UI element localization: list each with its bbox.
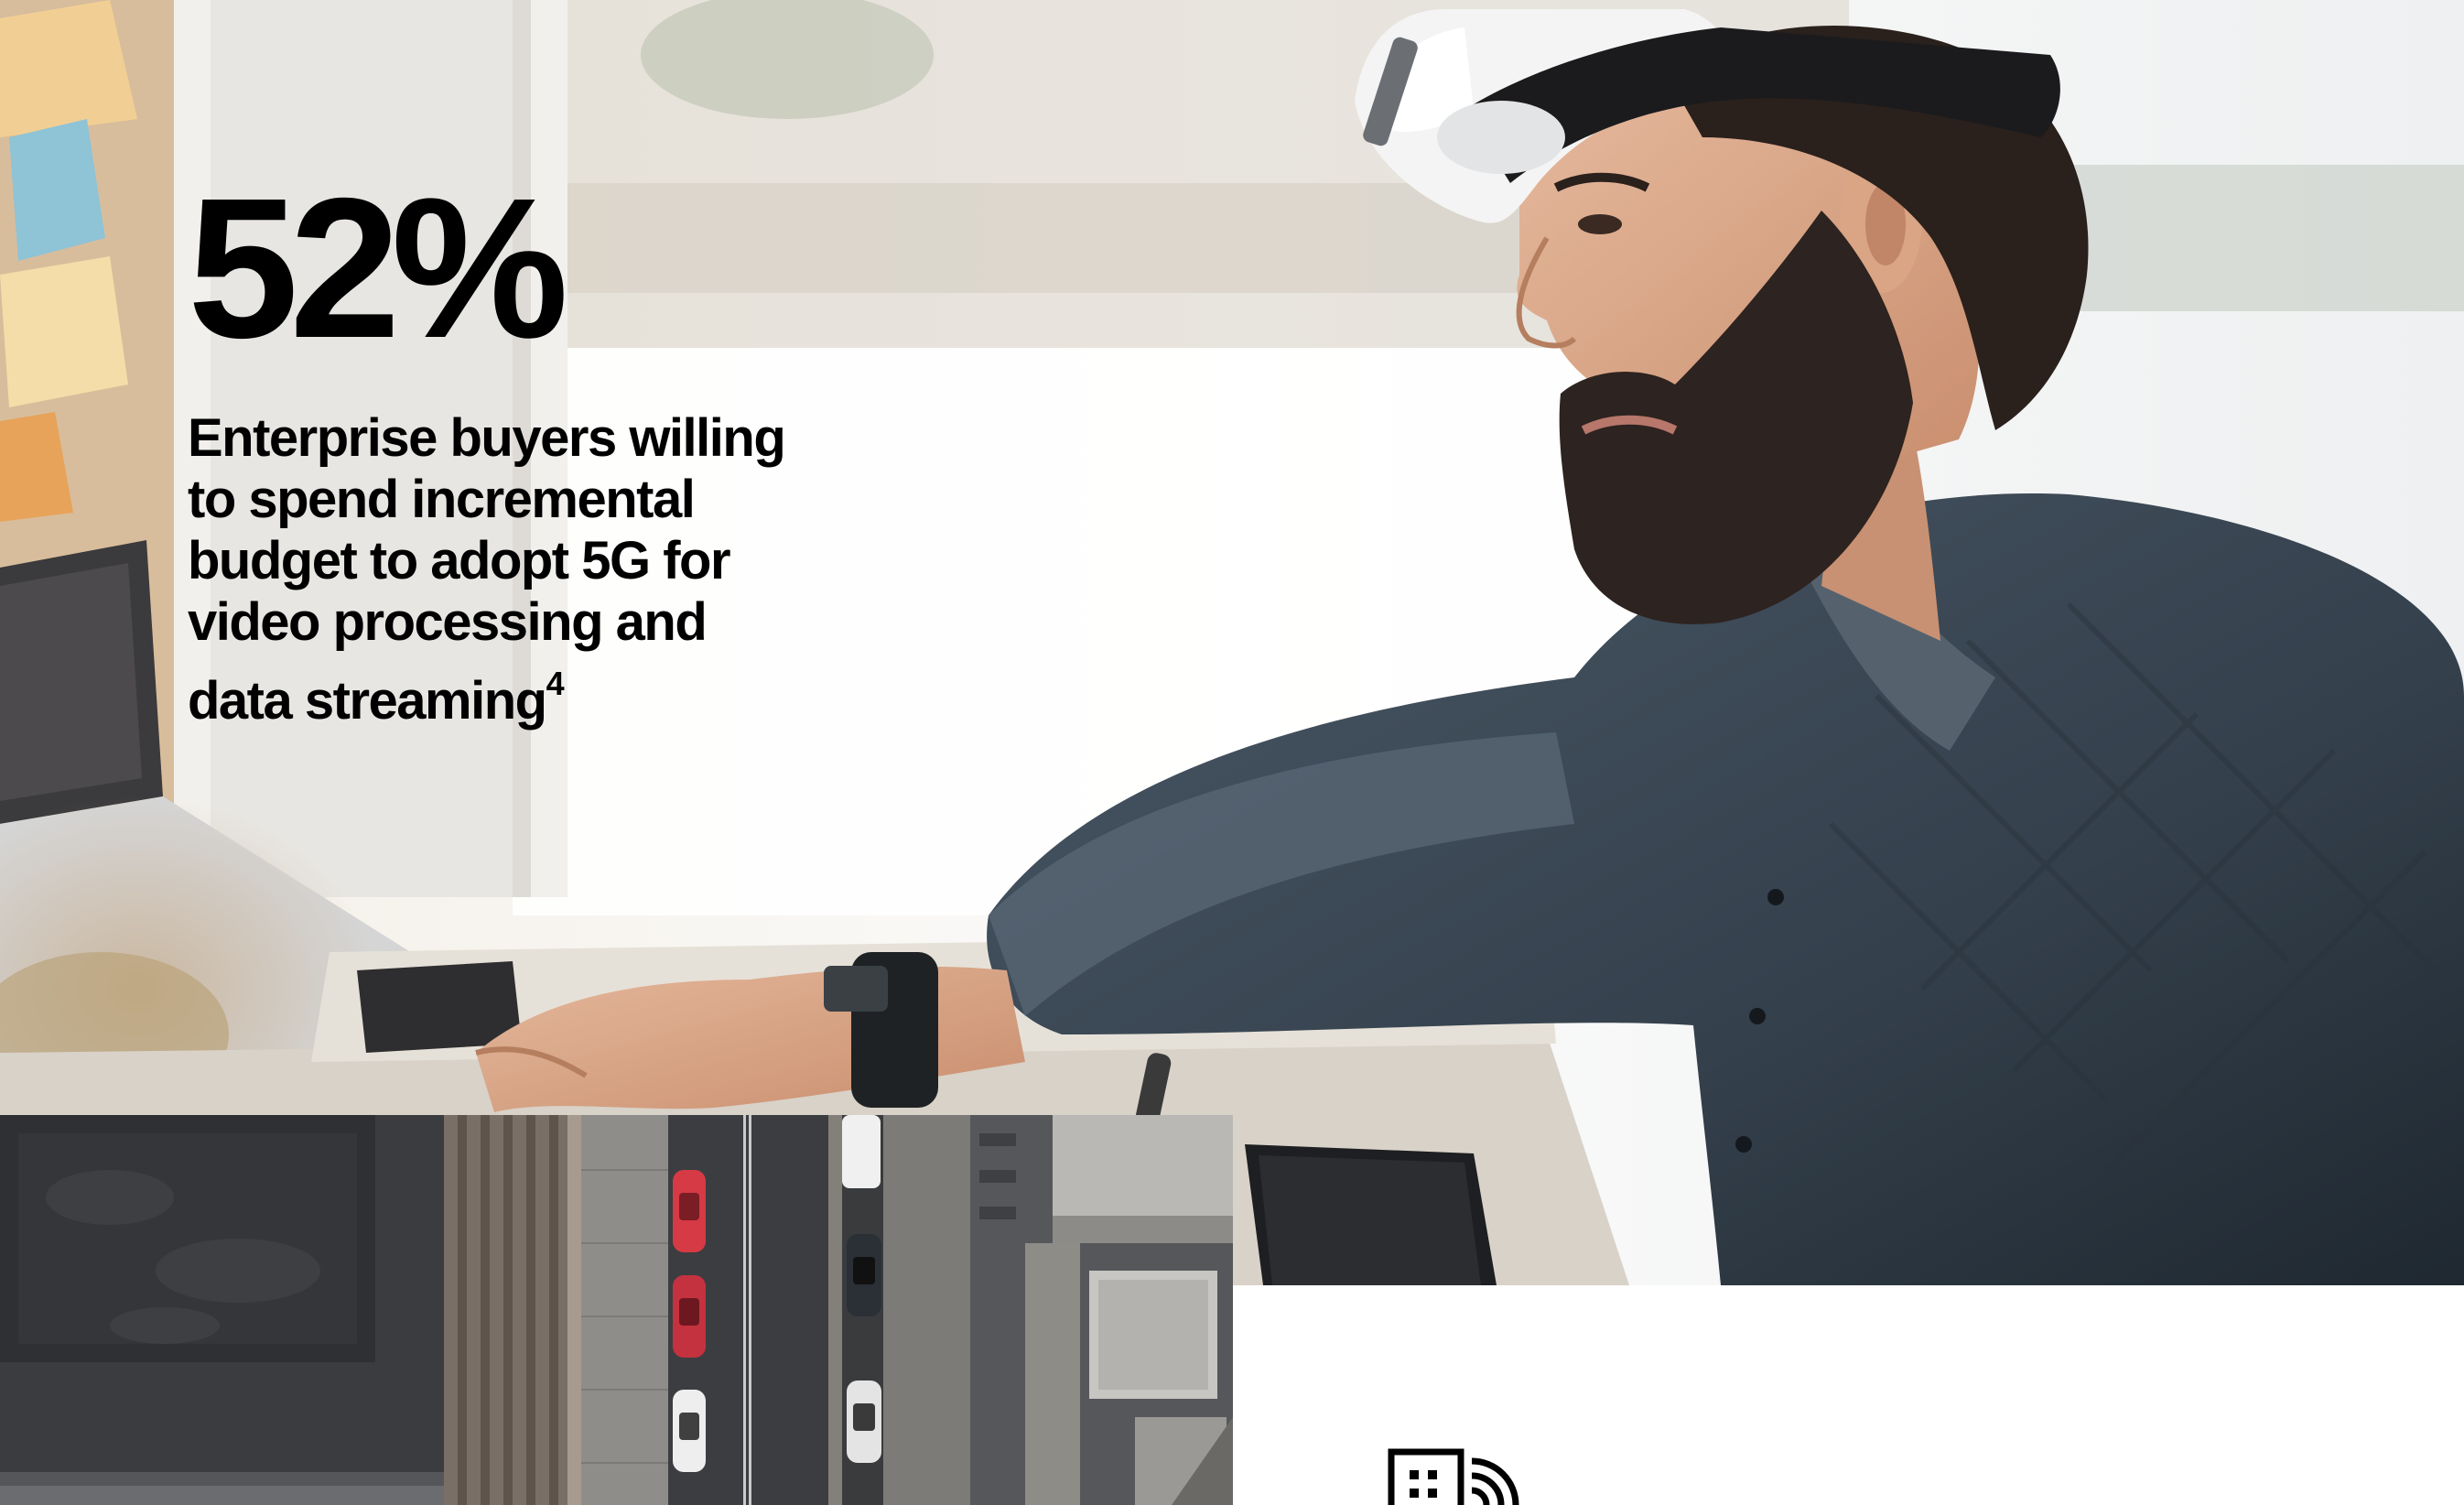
- stat-caption-line: Enterprise buyers willing: [188, 408, 786, 468]
- footnote-marker: 4: [546, 665, 565, 702]
- aerial-street-photo: [0, 1115, 1233, 1505]
- aerial-city-street-illustration: [0, 1115, 1233, 1505]
- stat-caption-line: video processing and: [188, 592, 708, 652]
- stat-value: 52%: [188, 157, 568, 380]
- stat-caption-line: to spend incremental: [188, 470, 696, 529]
- building-wireless-signal-icon: [1388, 1445, 1525, 1505]
- page: 52% Enterprise buyers willing to spend i…: [0, 0, 2464, 1505]
- stat-caption-line-text: data streaming: [188, 671, 547, 731]
- stat-caption-line: budget to adopt 5G for: [188, 531, 731, 590]
- stat-caption-line-last: data streaming4: [188, 653, 865, 731]
- stat-caption: Enterprise buyers willing to spend incre…: [188, 407, 865, 731]
- stat-block: 52% Enterprise buyers willing to spend i…: [188, 169, 883, 731]
- building-wireless-signal-icon-svg: [1388, 1448, 1519, 1505]
